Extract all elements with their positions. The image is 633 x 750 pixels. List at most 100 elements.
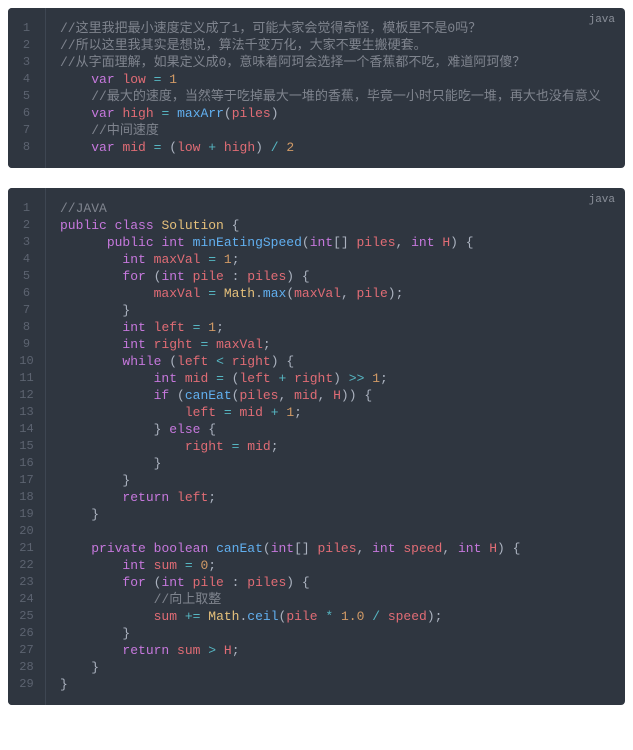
language-tag: java xyxy=(589,194,615,206)
line-number: 29 xyxy=(8,676,45,693)
token-p: : xyxy=(224,575,247,590)
token-c: //向上取整 xyxy=(154,592,222,607)
line-number: 2 xyxy=(8,217,45,234)
token-p: ); xyxy=(388,286,404,301)
code-line: } xyxy=(60,472,611,489)
token-p: ) xyxy=(255,140,271,155)
line-number-gutter: 1234567891011121314151617181920212223242… xyxy=(8,188,46,705)
token-va: left xyxy=(239,371,270,386)
token-op: = xyxy=(224,405,232,420)
code-line: var low = 1 xyxy=(60,71,611,88)
code-line: } xyxy=(60,455,611,472)
token-c: //中间速度 xyxy=(91,123,159,138)
code-content[interactable]: //JAVApublic class Solution { public int… xyxy=(46,188,625,705)
code-line xyxy=(60,523,611,540)
code-line: var high = maxArr(piles) xyxy=(60,105,611,122)
token-p: } xyxy=(60,303,130,318)
token-va: mid xyxy=(239,405,262,420)
token-va: piles xyxy=(318,541,357,556)
token-c: //从字面理解，如果定义成0，意味着阿珂会选择一个香蕉都不吃，难道阿珂傻？ xyxy=(60,55,525,70)
token-p xyxy=(146,140,154,155)
code-line: //最大的速度，当然等于吃掉最大一堆的香蕉，毕竟一小时只能吃一堆，再大也没有意义 xyxy=(60,88,611,105)
token-p: } xyxy=(60,473,130,488)
token-p: ) xyxy=(333,371,349,386)
token-ty: int xyxy=(310,235,333,250)
token-kw: private xyxy=(91,541,146,556)
token-p: ; xyxy=(263,337,271,352)
token-p: , xyxy=(357,541,373,556)
token-p xyxy=(60,123,91,138)
token-p xyxy=(208,541,216,556)
token-fn: canEat xyxy=(185,388,232,403)
token-p xyxy=(60,592,154,607)
token-va: mid xyxy=(294,388,317,403)
token-p: { xyxy=(224,218,240,233)
token-p: ) { xyxy=(450,235,473,250)
token-p: . xyxy=(255,286,263,301)
token-p: , xyxy=(396,235,412,250)
token-kw: class xyxy=(115,218,154,233)
line-number: 9 xyxy=(8,336,45,353)
token-p xyxy=(60,286,154,301)
token-p: } xyxy=(60,677,68,692)
token-kw: var xyxy=(91,106,114,121)
code-line: return sum > H; xyxy=(60,642,611,659)
token-p: ; xyxy=(216,320,224,335)
token-ty: int xyxy=(122,337,145,352)
token-p xyxy=(146,558,154,573)
token-va: right xyxy=(154,337,193,352)
token-va: high xyxy=(224,140,255,155)
token-p xyxy=(185,269,193,284)
code-line: var mid = (low + high) / 2 xyxy=(60,139,611,156)
token-fn: ceil xyxy=(247,609,278,624)
token-p xyxy=(60,405,185,420)
token-p xyxy=(185,575,193,590)
token-va: maxVal xyxy=(154,286,201,301)
code-line: while (left < right) { xyxy=(60,353,611,370)
code-line: int sum = 0; xyxy=(60,557,611,574)
token-nu: 1 xyxy=(286,405,294,420)
line-number: 20 xyxy=(8,523,45,540)
token-p xyxy=(169,106,177,121)
line-number: 19 xyxy=(8,506,45,523)
token-cls: Math xyxy=(208,609,239,624)
token-va: pile xyxy=(193,575,224,590)
line-number: 4 xyxy=(8,251,45,268)
token-p: , xyxy=(278,388,294,403)
token-p: ) xyxy=(271,106,279,121)
token-fn: minEatingSpeed xyxy=(193,235,302,250)
line-number: 27 xyxy=(8,642,45,659)
code-line: return left; xyxy=(60,489,611,506)
token-ty: int xyxy=(122,558,145,573)
token-va: speed xyxy=(403,541,442,556)
code-line: for (int pile : piles) { xyxy=(60,574,611,591)
token-p xyxy=(169,643,177,658)
token-va: piles xyxy=(239,388,278,403)
token-p xyxy=(60,541,91,556)
token-p xyxy=(60,269,122,284)
token-p: ) { xyxy=(286,269,309,284)
token-va: piles xyxy=(232,106,271,121)
token-op: + xyxy=(271,405,279,420)
token-op: < xyxy=(216,354,224,369)
token-p xyxy=(177,371,185,386)
line-number: 11 xyxy=(8,370,45,387)
token-p xyxy=(60,439,185,454)
code-block-1: java123456789101112131415161718192021222… xyxy=(8,188,625,705)
token-p: ) { xyxy=(271,354,294,369)
code-line: } else { xyxy=(60,421,611,438)
token-p: ( xyxy=(146,269,162,284)
line-number: 8 xyxy=(8,319,45,336)
line-number: 26 xyxy=(8,625,45,642)
code-content[interactable]: //这里我把最小速度定义成了1，可能大家会觉得奇怪，模板里不是0吗？//所以这里… xyxy=(46,8,625,168)
token-p: { xyxy=(200,422,216,437)
token-ty: int xyxy=(411,235,434,250)
token-p xyxy=(146,252,154,267)
token-p xyxy=(271,371,279,386)
token-va: maxVal xyxy=(294,286,341,301)
token-ty: boolean xyxy=(154,541,209,556)
token-p xyxy=(146,320,154,335)
token-p xyxy=(177,558,185,573)
token-kw: return xyxy=(122,490,169,505)
token-p xyxy=(60,252,122,267)
